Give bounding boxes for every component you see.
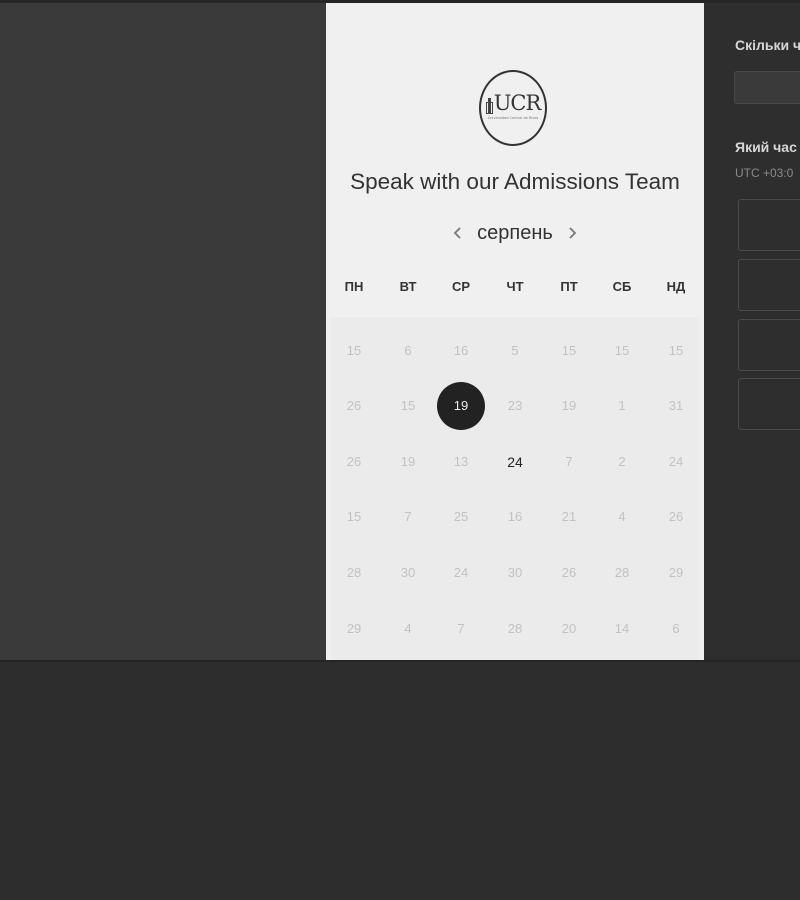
calendar-day: 19 bbox=[400, 454, 416, 469]
calendar-day: 15 bbox=[346, 509, 362, 524]
calendar-day: 14 bbox=[614, 621, 630, 636]
calendar-day: 15 bbox=[400, 398, 416, 413]
calendar-day: 25 bbox=[453, 509, 469, 524]
calendar-day: 4 bbox=[618, 509, 626, 524]
calendar-day: 26 bbox=[668, 509, 684, 524]
calendar-day: 31 bbox=[668, 398, 684, 413]
calendar-day: 7 bbox=[565, 454, 573, 469]
calendar-day-grid: 15 6 16 5 15 15 15 26 15 19 23 19 1 31 26 19 13 24 7 2 24 15 7… bbox=[331, 317, 699, 660]
calendar-panel: UCR Universidad Central de Rivas Speak w… bbox=[326, 3, 704, 660]
month-label: серпень bbox=[477, 221, 553, 244]
calendar-day: 15 bbox=[346, 343, 362, 358]
building-icon bbox=[485, 97, 493, 114]
calendar-day: 23 bbox=[507, 398, 523, 413]
weekday-label: ВТ bbox=[399, 279, 417, 294]
booking-panel: Скільки ч Який час UTC +03:0 bbox=[704, 3, 800, 660]
calendar-day: 6 bbox=[672, 621, 680, 636]
calendar-day: 24 bbox=[453, 565, 469, 580]
calendar-day: 26 bbox=[561, 565, 577, 580]
calendar-day: 28 bbox=[614, 565, 630, 580]
weekday-label: ПТ bbox=[560, 279, 578, 294]
calendar-day-selected[interactable]: 19 bbox=[437, 382, 485, 430]
weekday-label: СБ bbox=[612, 279, 632, 294]
chevron-right-icon[interactable] bbox=[559, 220, 585, 246]
calendar-day: 15 bbox=[561, 343, 577, 358]
calendar-day: 13 bbox=[453, 454, 469, 469]
ucr-logo: UCR Universidad Central de Rivas bbox=[479, 70, 547, 146]
page-overlay-bottom bbox=[0, 660, 800, 900]
calendar-day: 29 bbox=[668, 565, 684, 580]
logo-text: UCR bbox=[493, 90, 542, 115]
calendar-day: 29 bbox=[346, 621, 362, 636]
calendar-day: 16 bbox=[507, 509, 523, 524]
calendar-day: 21 bbox=[561, 509, 577, 524]
calendar-day: 26 bbox=[346, 454, 362, 469]
duration-select[interactable] bbox=[734, 71, 800, 104]
calendar-day: 28 bbox=[507, 621, 523, 636]
calendar-day: 5 bbox=[511, 343, 519, 358]
calendar-day: 7 bbox=[457, 621, 465, 636]
duration-question: Скільки ч bbox=[735, 37, 800, 53]
weekday-header: ПН ВТ СР ЧТ ПТ СБ НД bbox=[326, 279, 704, 299]
calendar-day: 1 bbox=[618, 398, 626, 413]
time-slot[interactable] bbox=[738, 378, 800, 430]
chevron-left-icon[interactable] bbox=[445, 220, 471, 246]
calendar-day: 20 bbox=[561, 621, 577, 636]
calendar-day: 15 bbox=[614, 343, 630, 358]
calendar-day: 2 bbox=[618, 454, 626, 469]
calendar-day: 16 bbox=[453, 343, 469, 358]
calendar-day: 30 bbox=[400, 565, 416, 580]
calendar-day: 7 bbox=[404, 509, 412, 524]
page-title: Speak with our Admissions Team bbox=[350, 169, 680, 194]
weekday-label: ПН bbox=[344, 279, 364, 294]
calendar-day: 26 bbox=[346, 398, 362, 413]
calendar-day: 30 bbox=[507, 565, 523, 580]
calendar-day: 15 bbox=[668, 343, 684, 358]
time-slot[interactable] bbox=[738, 319, 800, 371]
calendar-day: 6 bbox=[404, 343, 412, 358]
weekday-label: СР bbox=[451, 279, 471, 294]
calendar-day: 24 bbox=[668, 454, 684, 469]
calendar-day: 4 bbox=[404, 621, 412, 636]
time-slot[interactable] bbox=[738, 199, 800, 251]
time-question: Який час bbox=[735, 139, 797, 155]
timezone-label[interactable]: UTC +03:0 bbox=[735, 166, 793, 180]
weekday-label: НД bbox=[666, 279, 686, 294]
month-navigation: серпень bbox=[326, 218, 704, 248]
time-slot[interactable] bbox=[738, 259, 800, 311]
logo-tagline: Universidad Central de Rivas bbox=[487, 115, 539, 120]
calendar-day-available[interactable]: 24 bbox=[495, 442, 535, 482]
weekday-label: ЧТ bbox=[506, 279, 524, 294]
calendar-day: 19 bbox=[561, 398, 577, 413]
calendar-day: 28 bbox=[346, 565, 362, 580]
